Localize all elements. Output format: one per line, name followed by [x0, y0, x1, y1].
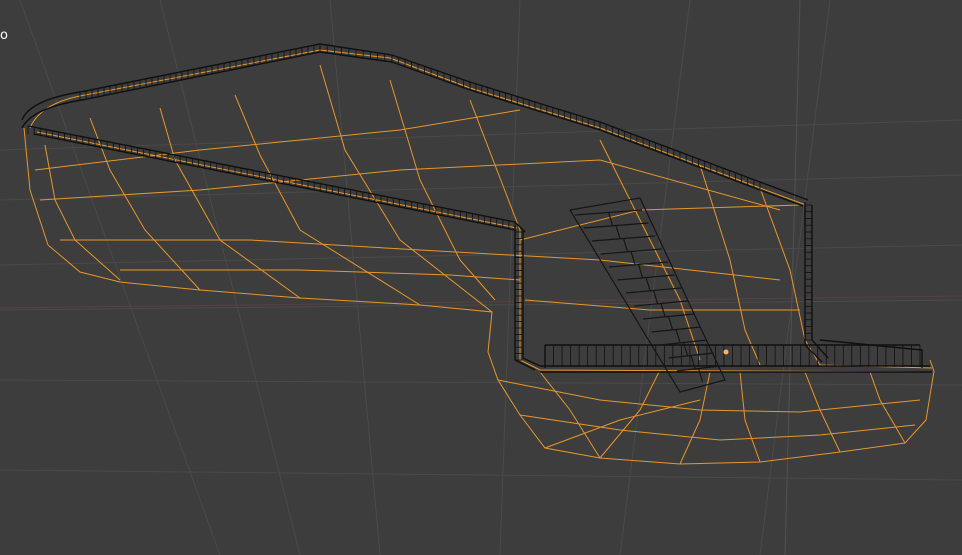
y-axis-line	[784, 0, 801, 555]
stair-riser	[615, 225, 621, 239]
active-vertex[interactable]	[723, 349, 729, 355]
stair-riser	[652, 290, 659, 304]
stair-riser	[667, 316, 674, 330]
stair-riser	[630, 251, 636, 265]
stair-riser	[622, 238, 629, 252]
viewport-canvas[interactable]	[0, 0, 962, 555]
rail-mesh[interactable]	[21, 43, 932, 373]
viewport-overlay-text: o	[0, 28, 8, 43]
stair-riser	[675, 329, 681, 343]
stair-riser	[645, 277, 651, 291]
3d-viewport[interactable]: o	[0, 0, 962, 555]
stair-riser	[607, 212, 614, 226]
stair-riser	[637, 264, 644, 278]
